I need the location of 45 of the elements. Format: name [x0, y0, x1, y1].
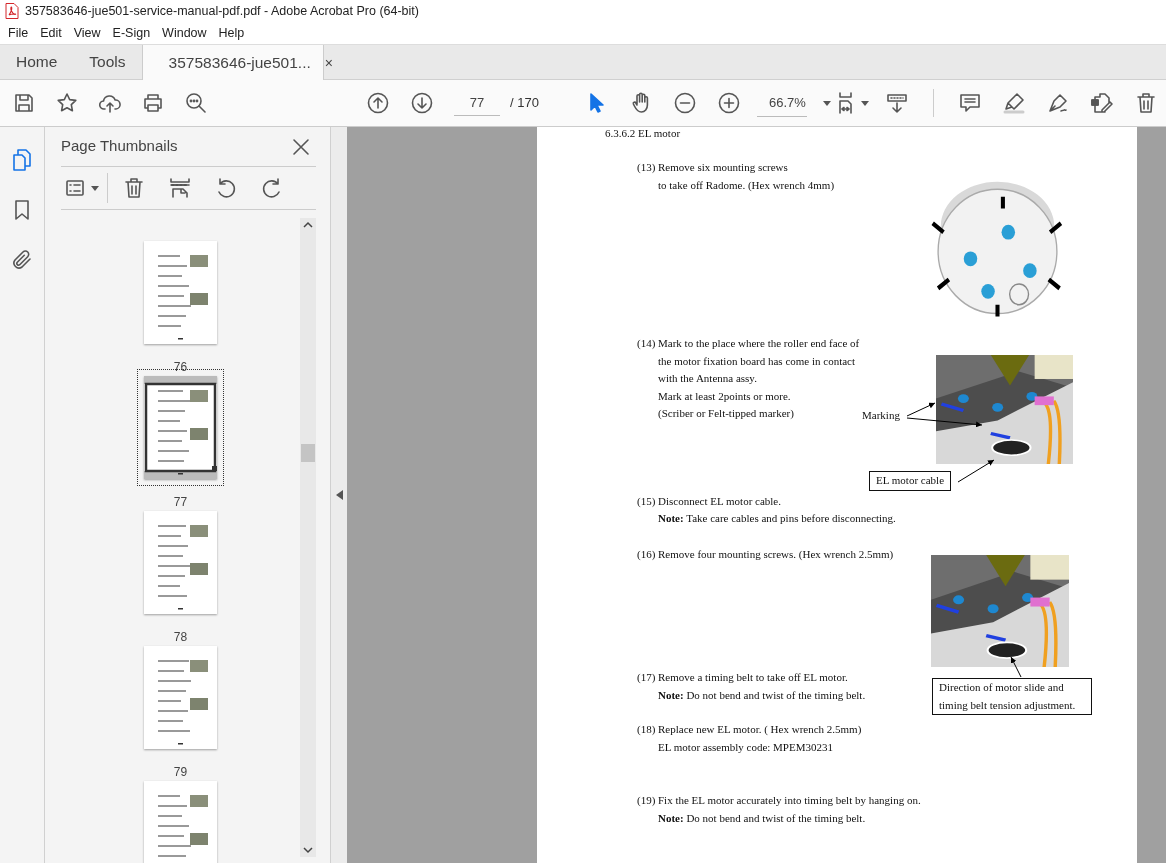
step-number: (19): [637, 793, 657, 808]
step-text: (Scriber or Felt-tipped marker): [658, 406, 795, 421]
step-text: Note: Take care cables and pins before disconnecting.: [658, 511, 896, 526]
page-count: / 170: [510, 94, 539, 113]
step-text: Mark at least 2points or more.: [658, 388, 792, 404]
page-number: 79: [173, 764, 188, 781]
step-text: with the Antenna assy.: [658, 371, 758, 386]
step-number: (16): [637, 546, 657, 562]
step-number: (17): [637, 670, 657, 685]
step-text: Remove four mounting screws. (Hex wrench 2.5mm): [658, 546, 894, 562]
menu-item[interactable]: E-Sign: [106, 23, 157, 43]
step-number: (15): [637, 493, 657, 509]
menu-item[interactable]: Help: [212, 23, 251, 43]
page-number: 77: [173, 494, 188, 511]
step-text: Note: Do not bend and twist of the timing belt.: [658, 810, 867, 826]
step-text: Fix the EL motor accurately into timing belt by hanging on.: [658, 793, 921, 808]
step-number: (13): [637, 160, 657, 175]
close-tab-button[interactable]: ×: [324, 55, 333, 70]
tab[interactable]: Home: [0, 45, 74, 79]
page-number-field[interactable]: 77: [454, 90, 500, 116]
step-text: EL motor assembly code: MPEM30231: [658, 739, 834, 755]
panel-title: Page Thumbnails: [61, 136, 178, 157]
step-text: Remove a timing belt to take off EL motor.: [658, 670, 849, 685]
step-text: Note: Do not bend and twist of the timing belt.: [658, 687, 866, 703]
step-text: Replace new EL motor. ( Hex wrench 2.5mm): [658, 722, 862, 737]
tab[interactable]: Tools: [73, 45, 142, 79]
window-title: 357583646-jue501-service-manual-pdf.pdf - Adobe Acrobat Pro (64-bit): [25, 2, 419, 20]
step-text: Remove six mounting screws: [658, 160, 789, 175]
step-text: Disconnect EL motor cable.: [658, 493, 782, 509]
zoom-field[interactable]: 66.7%: [756, 89, 808, 117]
callout-label: EL motor cable: [869, 471, 951, 491]
menu-item[interactable]: Window: [156, 23, 213, 43]
section-heading: 6.3.6.2 EL motor: [605, 127, 682, 140]
callout-label: Marking: [862, 408, 900, 423]
menu-item[interactable]: Edit: [34, 23, 68, 43]
step-text: the motor fixation board has come in contact: [658, 353, 857, 369]
callout-label: Direction of motor slide and timing belt tension adjustment.: [932, 678, 1092, 715]
page-number: 78: [173, 629, 188, 646]
step-number: (18): [637, 722, 657, 737]
page-number: 76: [173, 359, 188, 376]
step-number: (14): [637, 336, 657, 351]
menu-item[interactable]: View: [67, 23, 107, 43]
menu-item[interactable]: File: [2, 23, 35, 43]
step-text: Mark to the place where the roller end face of: [658, 336, 860, 351]
step-text: to take off Radome. (Hex wrench 4mm): [658, 177, 835, 193]
